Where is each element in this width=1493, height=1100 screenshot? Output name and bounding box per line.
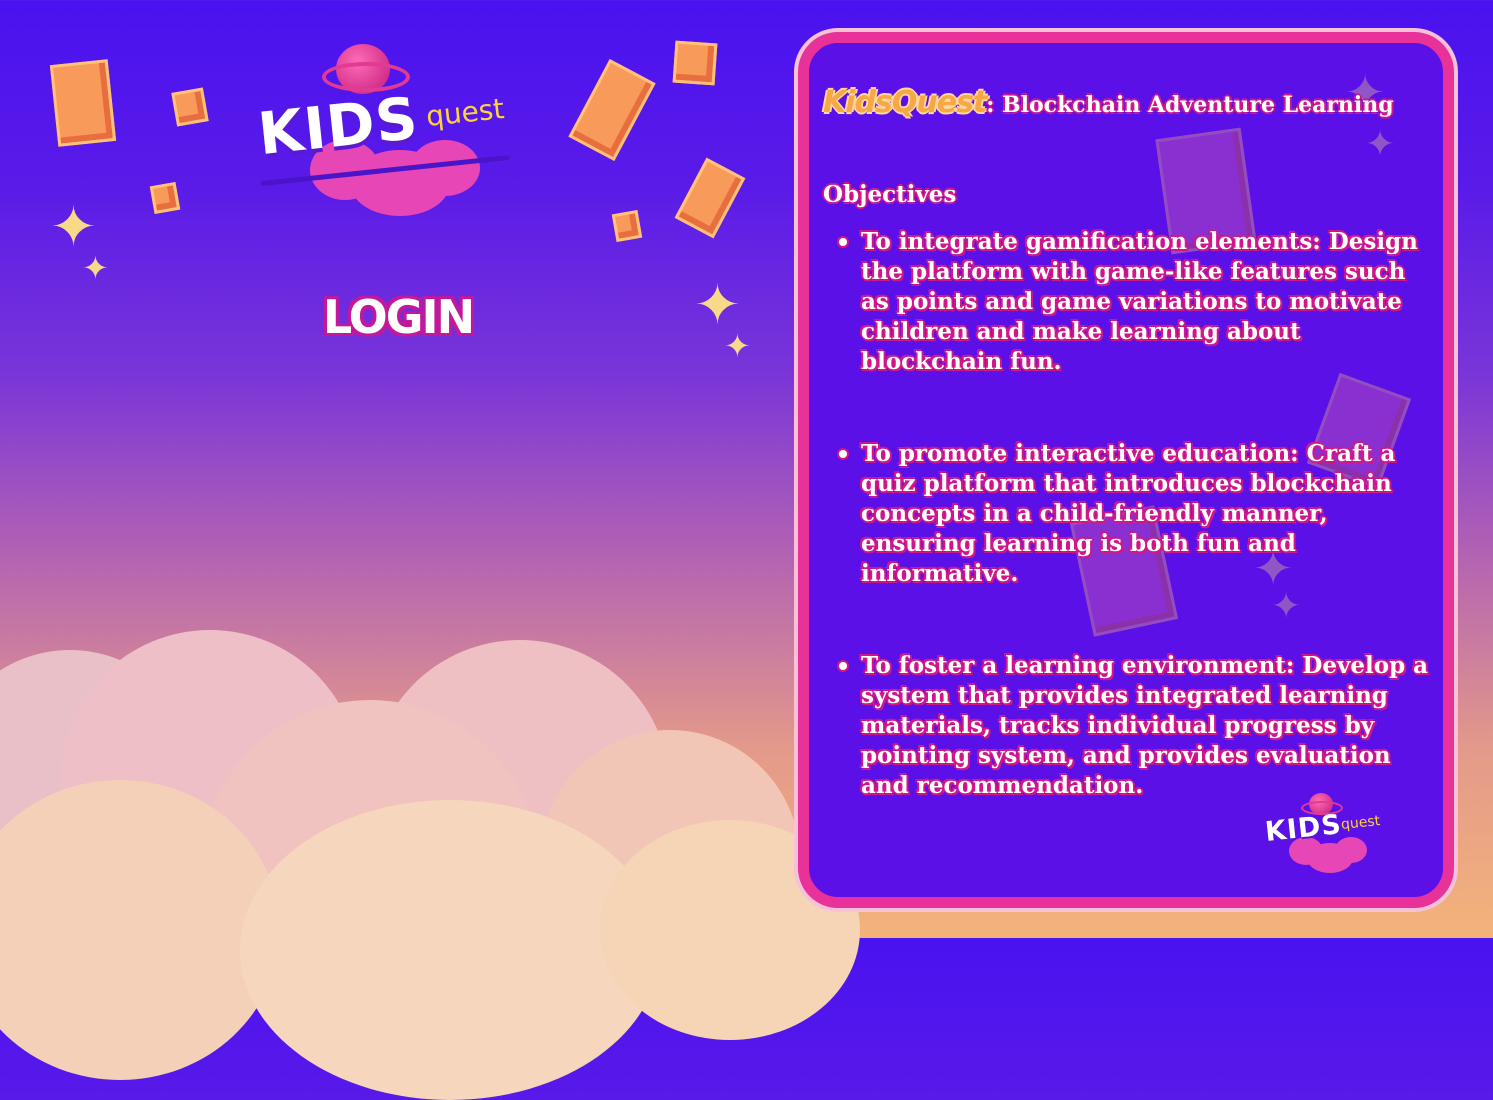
list-item: To integrate gamification elements: Desi… [835, 227, 1435, 377]
info-card: ✦ ✦ ✦ ✦ KidsQuest: Blockchain Adventure … [798, 32, 1454, 908]
objective-text: To integrate gamification elements: Desi… [861, 228, 1418, 375]
bullet-icon [839, 662, 847, 670]
objective-text: To promote interactive education: Craft … [861, 440, 1396, 587]
card-title: KidsQuest: Blockchain Adventure Learning [823, 85, 1394, 120]
gem-icon [672, 40, 718, 86]
objectives-heading: Objectives [823, 181, 957, 208]
cloud-icon [540, 730, 800, 990]
sparkle-icon: ✦ [1365, 124, 1396, 165]
list-item: To foster a learning environment: Develo… [835, 651, 1435, 801]
bullet-icon [839, 450, 847, 458]
sparkle-icon: ✦ [50, 195, 97, 260]
bullet-icon [839, 238, 847, 246]
cloud-icon [1335, 837, 1367, 863]
cloud-icon [0, 650, 200, 910]
objective-text: To foster a learning environment: Develo… [861, 652, 1429, 799]
brand-name: KidsQuest [823, 85, 987, 120]
cloud-icon [0, 780, 280, 1080]
list-item: To promote interactive education: Craft … [835, 439, 1435, 589]
gem-icon [611, 209, 643, 243]
gem-icon [149, 181, 181, 215]
logo-quest-text: quest [424, 91, 506, 134]
sparkle-icon: ✦ [82, 249, 109, 287]
sparkle-icon: ✦ [724, 327, 751, 365]
login-button[interactable]: LOGIN [316, 288, 480, 346]
gem-icon [674, 157, 746, 239]
card-title-text: : Blockchain Adventure Learning [986, 92, 1394, 118]
cloud-icon [240, 800, 660, 1100]
gem-icon [49, 59, 117, 147]
objectives-list: To integrate gamification elements: Desi… [835, 227, 1435, 801]
cloud-icon [200, 700, 540, 1040]
cloud-icon [60, 630, 360, 930]
sparkle-icon: ✦ [694, 273, 741, 338]
cloud-icon [370, 640, 670, 940]
kidsquest-logo: KIDS quest [250, 40, 530, 220]
logo-quest-text: quest [1340, 812, 1381, 834]
gem-icon [171, 87, 209, 127]
gem-icon [568, 58, 656, 162]
kidsquest-logo-small: KIDS quest [1261, 793, 1391, 883]
